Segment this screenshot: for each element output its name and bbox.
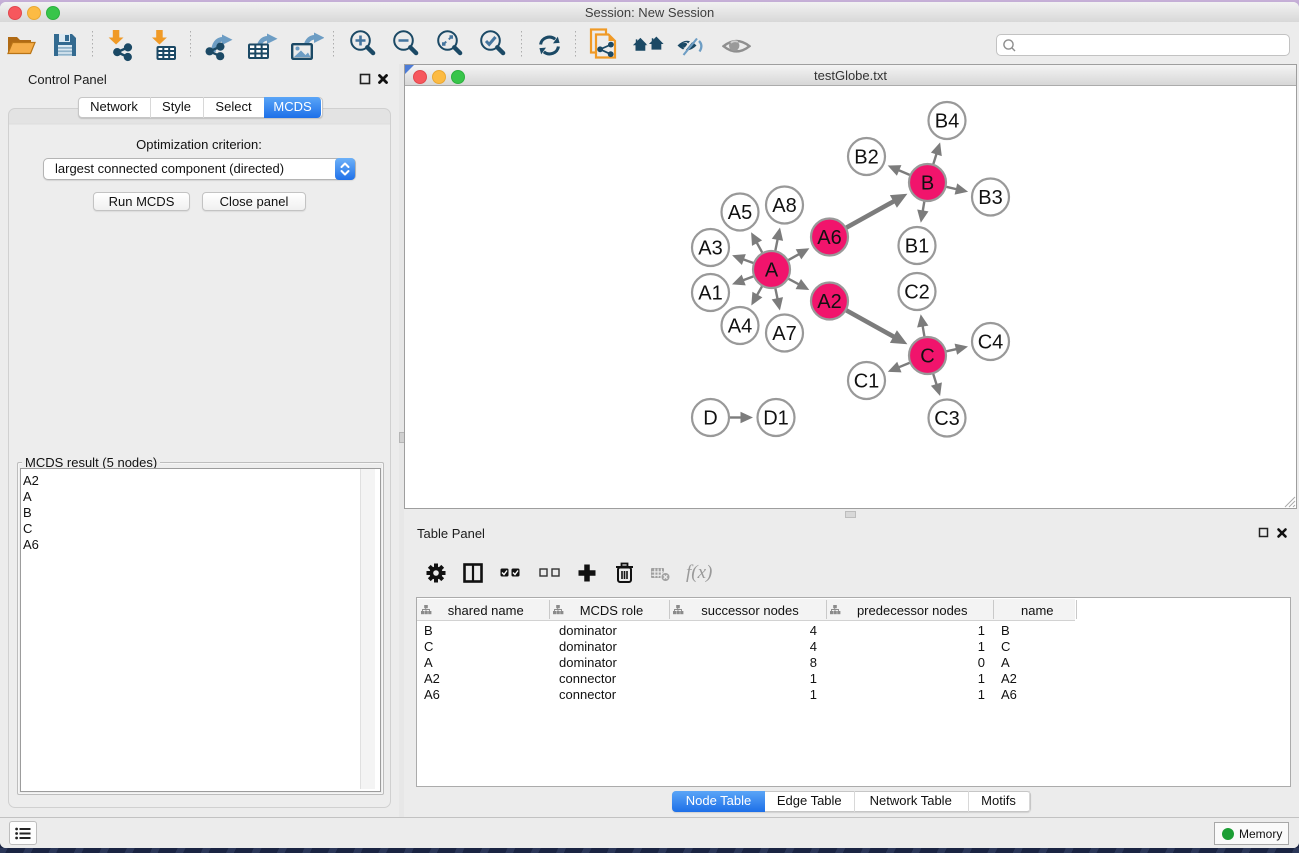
svg-text:A3: A3 — [698, 238, 722, 260]
svg-text:C3: C3 — [934, 408, 960, 430]
svg-text:B2: B2 — [854, 147, 878, 169]
svg-text:C2: C2 — [904, 282, 930, 304]
svg-text:A: A — [765, 260, 779, 282]
svg-text:B4: B4 — [935, 111, 959, 133]
svg-text:A5: A5 — [728, 202, 752, 224]
svg-text:A2: A2 — [817, 291, 841, 313]
svg-text:C4: C4 — [978, 332, 1004, 354]
svg-text:C: C — [920, 346, 934, 368]
svg-text:B: B — [921, 173, 934, 195]
svg-text:C1: C1 — [854, 371, 880, 393]
svg-text:B1: B1 — [905, 236, 929, 258]
svg-text:D: D — [703, 408, 717, 430]
svg-text:D1: D1 — [763, 408, 789, 430]
svg-text:A6: A6 — [817, 227, 841, 249]
svg-text:A1: A1 — [698, 283, 722, 305]
svg-text:A4: A4 — [728, 316, 752, 338]
svg-text:A7: A7 — [772, 323, 796, 345]
svg-text:B3: B3 — [978, 187, 1002, 209]
svg-text:A8: A8 — [772, 195, 796, 217]
